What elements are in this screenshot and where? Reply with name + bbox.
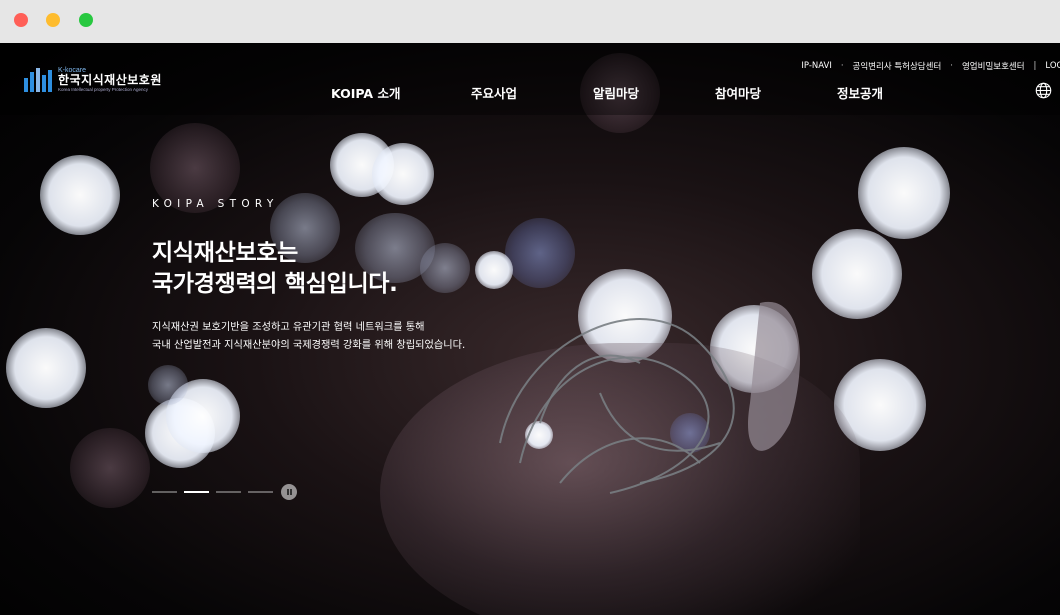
util-link-trade-secret[interactable]: 영업비밀보호센터 [962,60,1025,72]
util-separator: · [840,61,844,71]
site-header: K-kocare 한국지식재산보호원 Korea Intellectual pr… [0,43,1060,115]
browser-window: K-kocare 한국지식재산보호원 Korea Intellectual pr… [0,0,1060,615]
utility-links: IP-NAVI · 공익변리사 특허상담센터 · 영업비밀보호센터 | LOGI… [801,60,1060,72]
hero-description: 지식재산권 보호기반을 조성하고 유관기관 협력 네트워크를 통해 국내 산업발… [152,319,465,355]
login-link[interactable]: LOGIN [1045,61,1060,71]
window-titlebar [0,0,1060,43]
site-logo[interactable]: K-kocare 한국지식재산보호원 Korea Intellectual pr… [24,67,162,92]
nav-item-main-business[interactable]: 주요사업 [471,83,517,102]
hero-title-line: 국가경쟁력의 핵심입니다. [152,271,398,297]
nav-item-notice[interactable]: 알림마당 [593,83,639,102]
hero-title: 지식재산보호는 국가경쟁력의 핵심입니다. [152,238,398,300]
minimize-window-button[interactable] [46,13,60,27]
util-link-patent-center[interactable]: 공익변리사 특허상담센터 [853,60,942,72]
slide-indicator[interactable] [248,491,273,493]
logo-english-name: Korea Intellectual property Protection A… [58,87,149,92]
logo-text: K-kocare 한국지식재산보호원 Korea Intellectual pr… [58,67,162,92]
nav-item-disclosure[interactable]: 정보공개 [837,83,883,102]
hero-eyebrow: KOIPA STORY [152,198,279,210]
close-window-button[interactable] [14,13,28,27]
pause-icon[interactable] [281,484,297,500]
hero-desc-line: 국내 산업발전과 지식재산분야의 국제경쟁력 강화를 위해 창립되었습니다. [152,340,466,351]
util-separator: · [950,61,953,71]
slide-indicator[interactable] [184,491,209,493]
nav-item-participation[interactable]: 참여마당 [715,83,761,102]
globe-icon[interactable] [1035,82,1052,99]
hero-desc-line: 지식재산권 보호기반을 조성하고 유관기관 협력 네트워크를 통해 [152,322,425,333]
slide-indicator[interactable] [216,491,241,493]
hero-title-line: 지식재산보호는 [152,240,299,266]
util-link-ip-navi[interactable]: IP-NAVI [801,61,831,71]
util-divider: | [1033,61,1037,71]
logo-name: 한국지식재산보호원 [58,73,162,87]
slide-indicator[interactable] [152,491,177,493]
maximize-window-button[interactable] [79,13,93,27]
logo-mark-icon [24,67,52,92]
nav-item-koipa-intro[interactable]: KOIPA 소개 [331,83,400,102]
slide-pager [152,484,297,500]
